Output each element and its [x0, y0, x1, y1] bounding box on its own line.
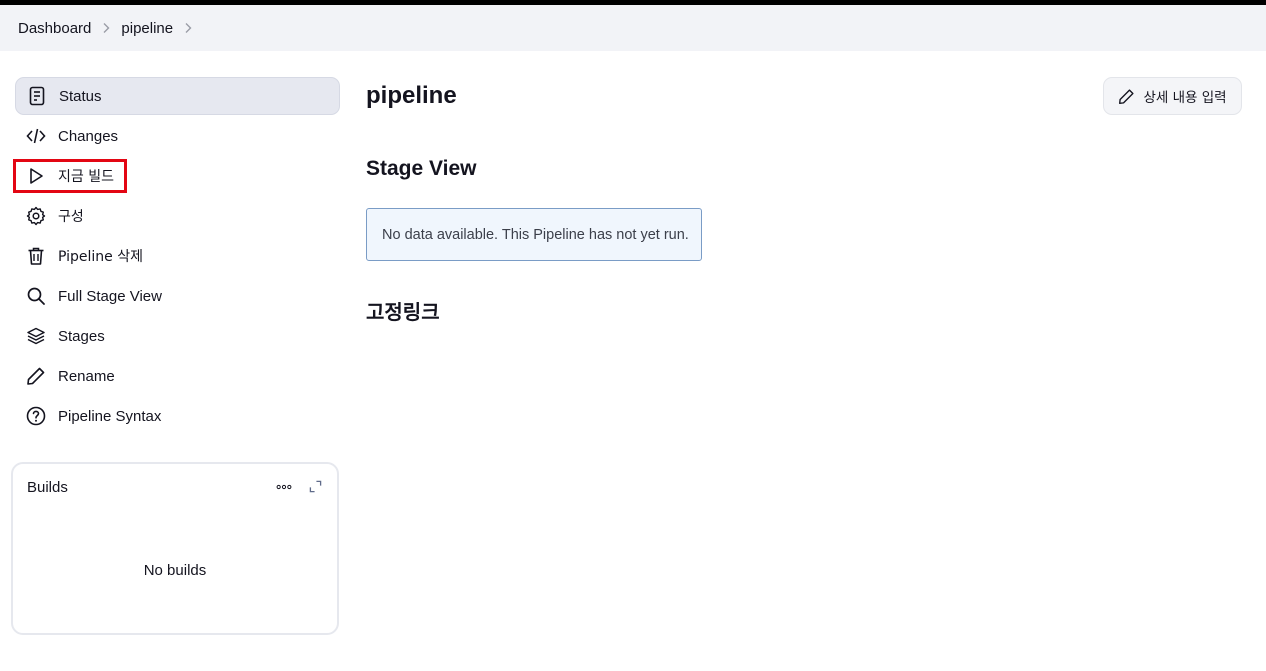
gear-icon — [25, 205, 47, 227]
sidebar-item-status[interactable]: Status — [15, 77, 340, 115]
stage-view-message: No data available. This Pipeline has not… — [366, 208, 702, 261]
stage-view-title: Stage View — [366, 157, 477, 180]
sidebar-item-stages[interactable]: Stages — [15, 317, 340, 355]
sidebar-item-label: Stages — [58, 327, 105, 345]
sidebar-item-rename[interactable]: Rename — [15, 357, 340, 395]
expand-icon[interactable] — [307, 478, 323, 494]
search-icon — [25, 285, 47, 307]
sidebar-item-label: 구성 — [58, 209, 84, 225]
document-icon — [26, 85, 48, 107]
sidebar-item-label: Full Stage View — [58, 287, 162, 305]
code-icon — [25, 125, 47, 147]
sidebar-item-label: 지금 빌드 — [58, 169, 114, 185]
sidebar-item-changes[interactable]: Changes — [15, 117, 340, 155]
builds-title: Builds — [27, 479, 68, 496]
sidebar-item-label: Changes — [58, 127, 119, 145]
chevron-right-icon[interactable] — [91, 22, 121, 34]
breadcrumb: Dashboard pipeline — [0, 5, 1266, 51]
more-icon[interactable] — [275, 478, 293, 496]
sidebar-item-pipeline-syntax[interactable]: Pipeline Syntax — [15, 397, 340, 435]
stage-view-message-text: No data available. This Pipeline has not… — [382, 226, 689, 243]
edit-description-button[interactable]: 상세 내용 입력 — [1103, 77, 1242, 115]
builds-widget: Builds No builds — [11, 462, 339, 635]
sidebar-item-configure[interactable]: 구성 — [15, 197, 340, 235]
sidebar-item-label: Pipeline 삭제 — [58, 249, 144, 265]
sidebar: Status Changes 지금 빌드 구성 Pipeline 삭제 Full… — [15, 77, 340, 437]
breadcrumb-pipeline[interactable]: pipeline — [121, 20, 173, 37]
pencil-icon — [25, 365, 47, 387]
page-title: pipeline — [366, 82, 457, 109]
sidebar-item-delete-pipeline[interactable]: Pipeline 삭제 — [15, 237, 340, 275]
chevron-right-icon[interactable] — [173, 22, 203, 34]
layers-icon — [25, 325, 47, 347]
sidebar-item-label: Status — [59, 87, 102, 105]
sidebar-item-full-stage-view[interactable]: Full Stage View — [15, 277, 340, 315]
sidebar-item-label: Rename — [58, 367, 115, 385]
pencil-icon — [1119, 88, 1134, 104]
trash-icon — [25, 245, 47, 267]
help-circle-icon — [25, 405, 47, 427]
sidebar-item-build-now[interactable]: 지금 빌드 — [15, 157, 340, 195]
play-icon — [25, 165, 47, 187]
edit-description-label: 상세 내용 입력 — [1143, 90, 1227, 106]
sidebar-item-label: Pipeline Syntax — [58, 407, 162, 425]
permalinks-title: 고정링크 — [366, 300, 440, 324]
breadcrumb-dashboard[interactable]: Dashboard — [18, 20, 91, 37]
builds-empty-text: No builds — [143, 562, 207, 579]
